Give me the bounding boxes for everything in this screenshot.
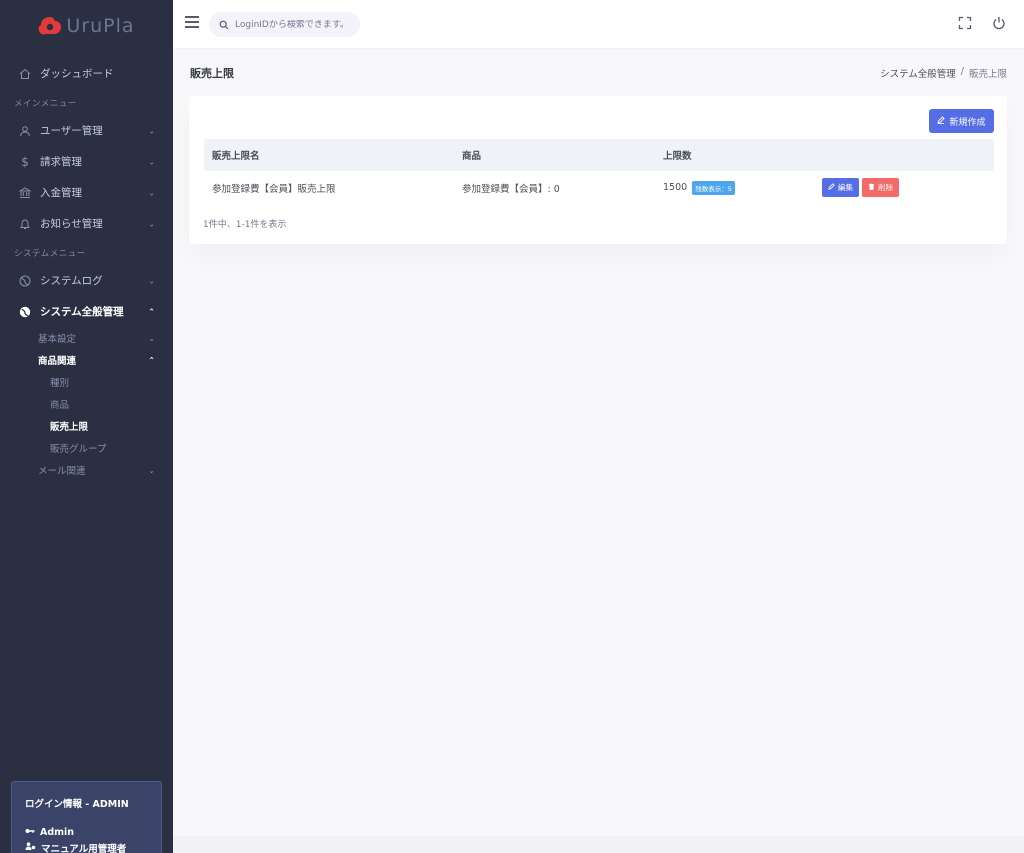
login-user-name: Admin (40, 826, 75, 838)
sidebar-sub-label: 商品関連 (38, 356, 77, 367)
sidebar-sub-basic-settings[interactable]: 基本設定 ⌄ (0, 327, 173, 349)
table-summary: 1件中、1-1件を表示 (203, 220, 287, 230)
breadcrumb-separator: / (960, 66, 964, 77)
column-header-limit: 上限数 (663, 150, 692, 162)
dollar-icon: $ (21, 154, 29, 169)
sidebar-item-label: 入金管理 (40, 187, 82, 199)
chevron-down-icon: ⌄ (148, 126, 155, 135)
fullscreen-icon[interactable] (958, 15, 974, 31)
sidebar-item-label: システムログ (40, 275, 103, 287)
sidebar-item-billing[interactable]: $ 請求管理 ⌄ (0, 146, 173, 177)
delete-label: 削除 (878, 183, 893, 192)
edit-icon (828, 183, 835, 192)
sidebar-item-label: ダッシュボード (40, 68, 114, 80)
edit-button[interactable]: 編集 (822, 178, 859, 197)
breadcrumb-current: 販売上限 (968, 69, 1007, 80)
brand-name: UruPla (66, 15, 135, 37)
sidebar-item-system-general[interactable]: システム全般管理 ⌃ (0, 296, 173, 327)
menu-section-title: システムメニュー (14, 249, 86, 259)
cell-name: 参加登録費【会員】販売上限 (212, 183, 336, 195)
login-info-box: ログイン情報 - ADMIN Admin マニュアル用管理者 (11, 781, 162, 853)
sidebar-sub-label: メール関連 (38, 466, 86, 477)
sidebar-item-label: お知らせ管理 (40, 218, 103, 230)
sidebar-sub-mail-related[interactable]: メール関連 ⌄ (0, 459, 173, 481)
search-input[interactable] (235, 19, 353, 30)
cell-actions: 編集 削除 (822, 178, 899, 197)
sidebar-item-user-mgmt[interactable]: ユーザー管理 ⌄ (0, 115, 173, 146)
sidebar-sub-label: 基本設定 (38, 334, 77, 345)
power-icon[interactable] (992, 15, 1008, 31)
chevron-up-icon: ⌃ (148, 355, 155, 365)
key-icon (25, 827, 35, 838)
globe-icon (18, 305, 32, 319)
limit-value: 1500 (663, 182, 688, 193)
breadcrumb: システム全般管理 / 販売上限 (880, 66, 1007, 80)
chevron-down-icon: ⌄ (148, 188, 155, 197)
chevron-down-icon: ⌄ (148, 333, 155, 343)
column-header-product: 商品 (462, 150, 482, 162)
table-header: 販売上限名 商品 上限数 (204, 139, 994, 170)
page-title: 販売上限 (190, 67, 234, 80)
search-icon (219, 15, 229, 34)
trash-icon (868, 183, 875, 192)
globe-icon (18, 274, 32, 288)
user-icon (18, 124, 32, 138)
sidebar-sub-product[interactable]: 商品 (0, 393, 173, 415)
sidebar-menu: ダッシュボード メインメニュー ユーザー管理 ⌄ $ 請求管理 ⌄ 入金管理 ⌄ (0, 52, 173, 481)
menu-section-title: メインメニュー (14, 99, 77, 109)
remaining-badge: 残数表示：5 (692, 180, 735, 195)
bell-icon (18, 217, 32, 231)
sidebar: UruPla ダッシュボード メインメニュー ユーザー管理 ⌄ $ 請求管理 ⌄ (0, 0, 173, 853)
sidebar-sub-sales-group[interactable]: 販売グループ (0, 437, 173, 459)
logo-icon (39, 17, 62, 35)
search-box (209, 12, 360, 37)
sidebar-item-system-log[interactable]: システムログ ⌄ (0, 265, 173, 296)
home-icon (18, 67, 32, 81)
sidebar-item-dashboard[interactable]: ダッシュボード (0, 58, 173, 89)
delete-button[interactable]: 削除 (862, 178, 899, 197)
brand-logo[interactable]: UruPla (0, 0, 173, 52)
login-info-title: ログイン情報 - ADMIN (25, 799, 129, 810)
login-user: Admin (25, 824, 148, 840)
chevron-down-icon: ⌄ (148, 276, 155, 285)
edit-label: 編集 (838, 183, 853, 192)
chevron-down-icon: ⌄ (148, 157, 155, 166)
sidebar-sub-category[interactable]: 種別 (0, 371, 173, 393)
sidebar-item-label: 請求管理 (40, 156, 82, 168)
sidebar-item-notice[interactable]: お知らせ管理 ⌄ (0, 208, 173, 239)
sidebar-sub-product-related[interactable]: 商品関連 ⌃ (0, 349, 173, 371)
footer (173, 836, 1024, 853)
cell-product: 参加登録費【会員】: 0 (462, 183, 560, 195)
new-create-button[interactable]: 新規作成 (929, 109, 994, 133)
chevron-down-icon: ⌄ (148, 465, 155, 475)
edit-icon (937, 115, 946, 127)
sales-limit-card: 新規作成 販売上限名 商品 上限数 参加登録費【会員】販売上限 参加登録費【会員… (189, 96, 1007, 244)
login-role: マニュアル用管理者 (25, 840, 148, 853)
column-header-name: 販売上限名 (212, 150, 260, 162)
topbar (173, 0, 1024, 48)
bank-icon (18, 186, 32, 200)
sidebar-item-label: システム全般管理 (40, 306, 124, 318)
users-cog-icon (25, 842, 36, 853)
table-row: 参加登録費【会員】販売上限 参加登録費【会員】: 0 1500 残数表示：5 編… (204, 170, 994, 204)
sidebar-sub-sales-limit[interactable]: 販売上限 (0, 415, 173, 437)
sidebar-item-label: ユーザー管理 (40, 125, 103, 137)
login-role-name: マニュアル用管理者 (41, 844, 127, 853)
cell-limit: 1500 残数表示：5 (663, 180, 735, 195)
menu-toggle-icon[interactable] (185, 16, 199, 30)
chevron-down-icon: ⌄ (148, 219, 155, 228)
chevron-up-icon: ⌃ (148, 307, 155, 316)
new-create-label: 新規作成 (949, 117, 986, 128)
breadcrumb-parent[interactable]: システム全般管理 (880, 66, 956, 80)
sidebar-item-deposit[interactable]: 入金管理 ⌄ (0, 177, 173, 208)
